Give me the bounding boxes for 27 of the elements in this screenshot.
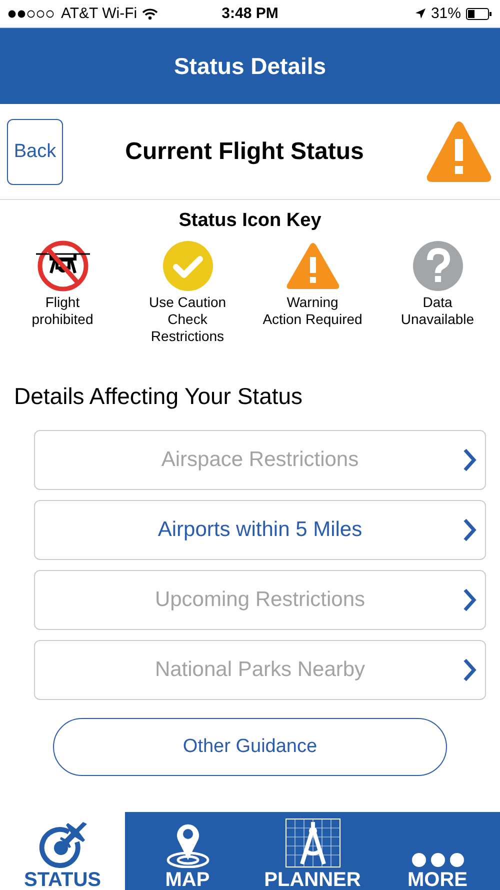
clock-time: 3:48 PM [222, 5, 278, 22]
detail-row[interactable]: Airports within 5 Miles [34, 500, 486, 560]
carrier-label: AT&T Wi-Fi [61, 5, 138, 22]
icon-key-label: Warning Action Required [262, 294, 362, 328]
icon-key-label: Flight prohibited [32, 294, 94, 328]
signal-icon [8, 10, 56, 18]
chevron-right-icon [463, 448, 477, 472]
chevron-right-icon [463, 518, 477, 542]
icon-key-title: Status Icon Key [178, 210, 322, 232]
icon-key-label: Data Unavailable [400, 294, 474, 328]
other-guidance-button[interactable]: Other Guidance [53, 718, 447, 776]
chevron-right-icon [463, 658, 477, 682]
location-arrow-icon [414, 8, 426, 19]
back-button[interactable]: Back [7, 118, 63, 184]
battery-percent: 31% [430, 5, 461, 22]
compass-grid-icon [284, 818, 340, 868]
tab[interactable]: PLANNER [250, 812, 375, 890]
chevron-right-icon [463, 588, 477, 612]
wifi-icon [142, 8, 158, 20]
screen-title: Status Details [174, 52, 326, 80]
battery-icon [466, 8, 492, 20]
tab[interactable]: MORE [375, 812, 500, 890]
flight-status-title: Current Flight Status [125, 138, 364, 166]
more-dots-icon [410, 852, 464, 868]
details-heading: Details Affecting Your Status [14, 383, 304, 410]
tab[interactable]: MAP [125, 812, 250, 890]
icon-key-label: Use Caution Check Restrictions [148, 294, 226, 345]
